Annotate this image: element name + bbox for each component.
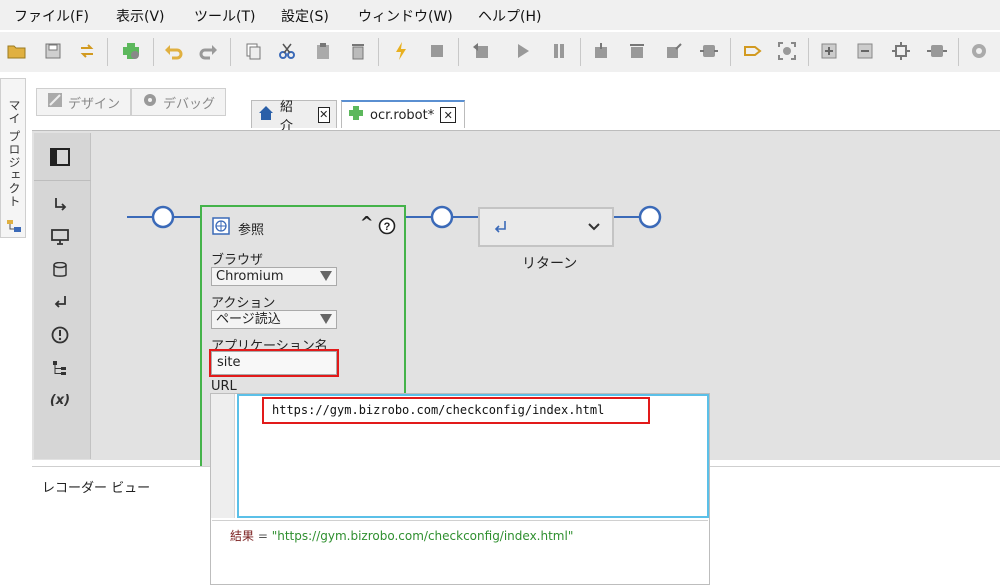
chevron-down-icon[interactable]	[588, 221, 600, 236]
zoom-in-icon[interactable]	[818, 40, 840, 62]
project-tree-icon[interactable]	[6, 219, 22, 237]
delete-icon[interactable]	[347, 40, 369, 62]
url-expression-popup: https://gym.bizrobo.com/checkconfig/inde…	[210, 393, 710, 585]
action-select[interactable]: ページ読込	[211, 310, 337, 329]
menu-help[interactable]: ヘルプ(H)	[478, 6, 541, 26]
zoom-out-icon[interactable]	[854, 40, 876, 62]
toolbar	[0, 32, 1000, 72]
tab-intro-label: 紹介	[280, 99, 294, 134]
browser-globe-icon	[212, 217, 230, 239]
redo-icon[interactable]	[197, 40, 219, 62]
result-key: 結果	[230, 529, 255, 543]
play-icon[interactable]	[512, 40, 534, 62]
close-icon[interactable]: ✕	[317, 106, 330, 123]
return-icon	[492, 219, 508, 239]
settings-icon[interactable]	[968, 40, 990, 62]
url-editor-gutter	[211, 394, 235, 518]
project-panel-label: マイ プロジェクト	[7, 99, 21, 208]
browser-select[interactable]: Chromium	[211, 267, 337, 286]
run-icon[interactable]	[390, 40, 412, 62]
cut-icon[interactable]	[276, 40, 298, 62]
menu-settings[interactable]: 設定(S)	[281, 6, 329, 26]
url-expression-text[interactable]: https://gym.bizrobo.com/checkconfig/inde…	[262, 397, 650, 424]
debug-gear-icon	[142, 92, 158, 112]
refresh-icon[interactable]	[76, 40, 98, 62]
svg-text:?: ?	[384, 221, 391, 233]
result-equals: =	[254, 529, 272, 543]
tab-debug-label: デバッグ	[163, 96, 216, 112]
step-over-icon[interactable]	[626, 40, 648, 62]
save-icon[interactable]	[42, 40, 64, 62]
tab-design-label: デザイン	[68, 96, 121, 112]
undo-icon[interactable]	[163, 40, 185, 62]
dropdown-arrow-icon	[320, 314, 332, 324]
home-icon	[258, 105, 274, 125]
open-folder-icon[interactable]	[6, 40, 28, 62]
focus-icon[interactable]	[776, 40, 798, 62]
url-result-line: 結果 = "https://gym.bizrobo.com/checkconfi…	[230, 527, 573, 544]
fit-icon[interactable]	[890, 40, 912, 62]
result-value: "https://gym.bizrobo.com/checkconfig/ind…	[271, 529, 574, 543]
project-side-panel[interactable]: マイ プロジェクト	[0, 78, 26, 238]
run-to-icon[interactable]	[698, 40, 720, 62]
url-expression-editor[interactable]: https://gym.bizrobo.com/checkconfig/inde…	[237, 394, 709, 518]
help-icon[interactable]: ?	[378, 217, 396, 239]
pause-icon[interactable]	[548, 40, 570, 62]
step-title: 参照	[238, 223, 265, 238]
step-into-icon[interactable]	[590, 40, 612, 62]
menu-window[interactable]: ウィンドウ(W)	[358, 6, 453, 26]
robot-icon	[348, 105, 364, 125]
menu-bar: ファイル(F) 表示(V) ツール(T) 設定(S) ウィンドウ(W) ヘルプ(…	[0, 0, 1000, 30]
action-select-value: ページ読込	[216, 312, 281, 327]
tag-icon[interactable]	[742, 40, 764, 62]
url-result-area: 結果 = "https://gym.bizrobo.com/checkconfi…	[212, 520, 708, 584]
paste-icon[interactable]	[312, 40, 334, 62]
tab-robot-label: ocr.robot*	[370, 107, 435, 123]
tab-robot[interactable]: ocr.robot* ✕	[341, 100, 465, 128]
stop-icon[interactable]	[426, 40, 448, 62]
add-robot-icon[interactable]	[120, 40, 142, 62]
recorder-view-title: レコーダー ビュー	[42, 481, 151, 496]
browser-select-value: Chromium	[216, 269, 284, 284]
step-icon[interactable]	[470, 40, 492, 62]
close-icon[interactable]: ✕	[440, 107, 457, 123]
menu-tools[interactable]: ツール(T)	[194, 6, 255, 26]
collapse-chevron-icon[interactable]: ^	[360, 213, 373, 232]
action-label: アクション	[211, 296, 276, 311]
menu-file[interactable]: ファイル(F)	[14, 6, 89, 26]
tab-debug[interactable]: デバッグ	[131, 88, 227, 116]
step-out-icon[interactable]	[662, 40, 684, 62]
layout-icon[interactable]	[926, 40, 948, 62]
return-step-label: リターン	[522, 256, 578, 272]
dropdown-arrow-icon	[320, 271, 332, 281]
return-step[interactable]	[478, 207, 614, 247]
app-name-input[interactable]: site	[209, 349, 339, 377]
mode-tabs: デザイン デバッグ	[36, 88, 227, 116]
url-label: URL	[211, 379, 237, 394]
design-icon	[47, 92, 63, 112]
copy-icon[interactable]	[242, 40, 264, 62]
tab-design[interactable]: デザイン	[36, 88, 132, 116]
browser-label: ブラウザ	[211, 253, 264, 268]
tab-intro[interactable]: 紹介 ✕	[251, 100, 337, 134]
menu-view[interactable]: 表示(V)	[116, 6, 165, 26]
